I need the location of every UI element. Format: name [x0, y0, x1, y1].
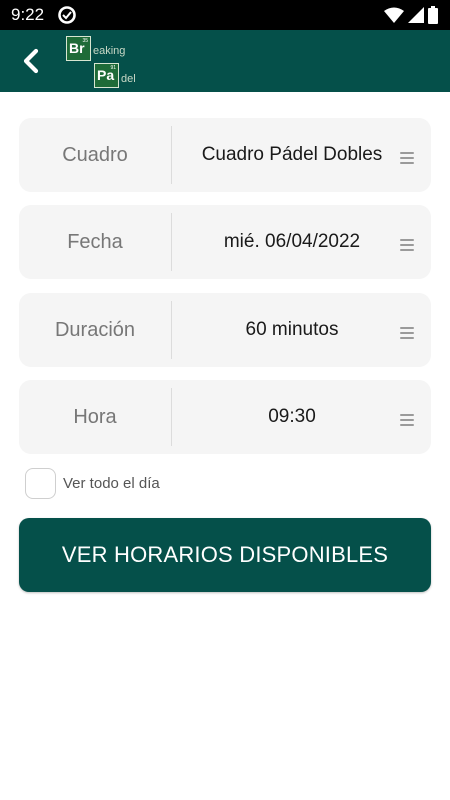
logo-block-pa: Pa 91: [94, 63, 119, 88]
sync-icon: [58, 6, 76, 24]
ver-todo-el-dia-checkbox[interactable]: [25, 467, 56, 499]
field-duracion[interactable]: Duración 60 minutos: [19, 293, 431, 367]
field-cuadro[interactable]: Cuadro Cuadro Pádel Dobles: [19, 118, 431, 192]
breaking-padel-logo: Br 35 eaking Pa 91 del: [64, 33, 146, 91]
menu-icon: [400, 152, 414, 164]
field-label: Fecha: [67, 231, 123, 253]
wifi-icon: [384, 7, 404, 23]
status-icons: [384, 6, 438, 24]
status-bar: 9:22: [0, 0, 450, 30]
battery-icon: [428, 6, 438, 24]
ver-todo-el-dia-label[interactable]: Ver todo el día: [63, 475, 160, 492]
app-bar: Br 35 eaking Pa 91 del: [0, 30, 450, 92]
chevron-left-icon: [23, 48, 39, 74]
field-label: Duración: [54, 319, 136, 341]
logo-block-br: Br 35: [66, 36, 91, 61]
ver-todo-el-dia-row: Ver todo el día: [25, 467, 160, 499]
menu-icon: [400, 327, 414, 339]
field-value: mié. 06/04/2022: [223, 231, 361, 252]
field-value: Cuadro Pádel Dobles: [201, 144, 383, 165]
logo-block-pa-number: 91: [110, 65, 116, 71]
back-button[interactable]: [14, 44, 48, 78]
field-hora[interactable]: Hora 09:30: [19, 380, 431, 454]
status-time: 9:22: [11, 5, 45, 24]
ver-horarios-button[interactable]: VER HORARIOS DISPONIBLES: [19, 518, 431, 592]
field-fecha[interactable]: Fecha mié. 06/04/2022: [19, 205, 431, 279]
field-value: 09:30: [268, 406, 316, 427]
menu-icon: [400, 414, 414, 426]
logo-tail-del: del: [121, 73, 136, 85]
logo-tail-eaking: eaking: [93, 45, 126, 57]
field-value: 60 minutos: [245, 319, 339, 340]
field-label: Cuadro: [62, 144, 128, 166]
logo-block-br-number: 35: [82, 38, 88, 44]
menu-icon: [400, 239, 414, 251]
signal-icon: [408, 7, 424, 23]
field-label: Hora: [73, 406, 117, 428]
